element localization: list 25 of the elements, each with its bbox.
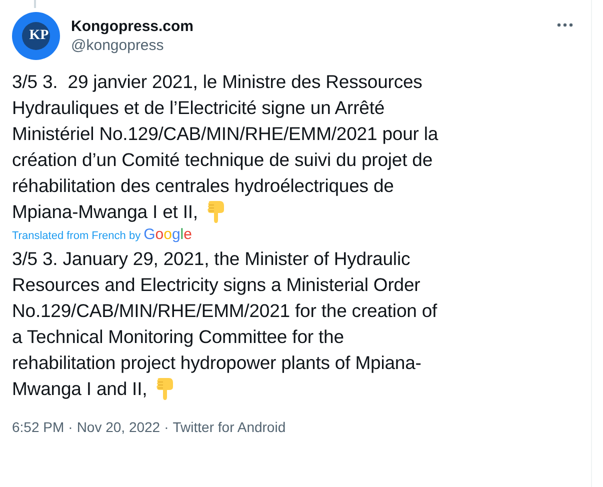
separator: · [68,419,73,435]
translated-text-line: Mwanga I and II, [12,377,148,401]
tweet-text-line: Mpiana-Mwanga I et II, [12,200,198,224]
pointing-down-hand-icon [155,378,176,400]
author-name[interactable]: Kongopress.com [71,17,546,36]
pointing-down-hand-icon [206,201,226,223]
tweet-text-line: Ministériel No.129/CAB/MIN/RHE/EMM/2021 pour la [12,122,438,146]
tweet-text-line: Hydrauliques et de l’Electricité signe un Arrêté [12,96,385,120]
avatar[interactable]: KP [12,12,60,60]
tweet-text-line: 3/5 3. 29 janvier 2021, le Ministre des Ressources [12,70,422,94]
google-logo: Google [144,226,192,243]
tweet-source[interactable]: Twitter for Android [172,419,286,435]
translated-text-line: Resources and Electricity signs a Ministerial Order [12,273,420,297]
tweet-text-line: réhabilitation des centrales hydroélectriques de [12,174,394,198]
tweet-text-line: création d’un Comité technique de suivi du projet de [12,148,433,172]
avatar-logo-text: KP [29,28,49,44]
translated-text-line: rehabilitation project hydropower plants of Mpiana- [12,351,422,375]
separator: · [164,419,169,435]
translated-text-line: a Technical Monitoring Committee for the [12,325,344,349]
translated-text-line: 3/5 3. January 29, 2021, the Minister of Hydraulic [12,247,410,271]
tweet-date[interactable]: Nov 20, 2022 [76,419,160,435]
author-handle[interactable]: @kongopress [71,36,546,56]
tweet-time[interactable]: 6:52 PM [12,419,64,435]
more-options-icon[interactable] [557,23,573,27]
translated-text-line: No.129/CAB/MIN/RHE/EMM/2021 for the creation of [12,299,438,323]
